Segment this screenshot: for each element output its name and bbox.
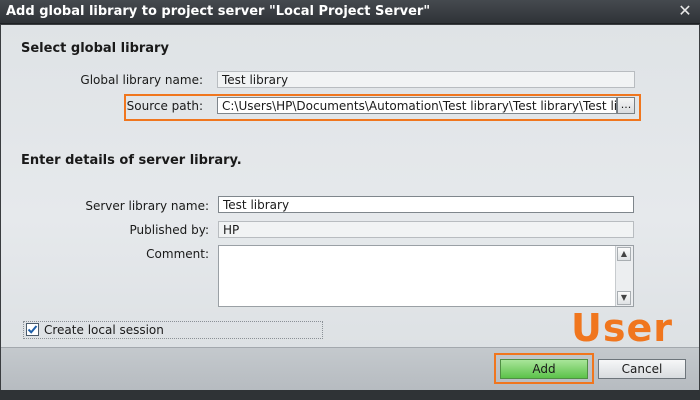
global-library-name-field: Test library [217, 71, 635, 88]
add-button[interactable]: Add [500, 359, 588, 379]
dialog-body: Select global library Global library nam… [1, 25, 699, 347]
browse-button[interactable]: ... [617, 97, 635, 114]
checkmark-icon [27, 325, 38, 334]
create-local-session-label: Create local session [44, 323, 164, 337]
comment-textarea[interactable]: ▲ ▼ [218, 245, 634, 307]
comment-scrollbar[interactable]: ▲ ▼ [615, 246, 633, 306]
create-local-session-checkbox[interactable] [26, 323, 39, 336]
window-title: Add global library to project server "Lo… [6, 4, 431, 19]
server-library-heading: Enter details of server library. [21, 153, 242, 168]
cancel-button[interactable]: Cancel [598, 359, 686, 379]
comment-label: Comment: [146, 247, 209, 261]
scroll-down-icon[interactable]: ▼ [617, 291, 631, 305]
select-global-library-heading: Select global library [21, 41, 169, 56]
source-path-input[interactable]: C:\Users\HP\Documents\Automation\Test li… [217, 97, 617, 114]
scroll-up-icon[interactable]: ▲ [617, 247, 631, 261]
server-library-name-input[interactable]: Test library [218, 196, 634, 213]
source-path-label: Source path: [126, 99, 203, 113]
server-library-name-label: Server library name: [85, 199, 209, 213]
bottom-strip [0, 390, 700, 400]
window-titlebar: Add global library to project server "Lo… [0, 0, 700, 24]
published-by-label: Published by: [129, 223, 209, 237]
dialog-footer [1, 347, 699, 391]
create-local-session-row[interactable]: Create local session [23, 321, 323, 339]
close-icon[interactable]: ✕ [676, 2, 694, 20]
published-by-field: HP [218, 221, 634, 238]
global-library-name-label: Global library name: [80, 73, 203, 87]
